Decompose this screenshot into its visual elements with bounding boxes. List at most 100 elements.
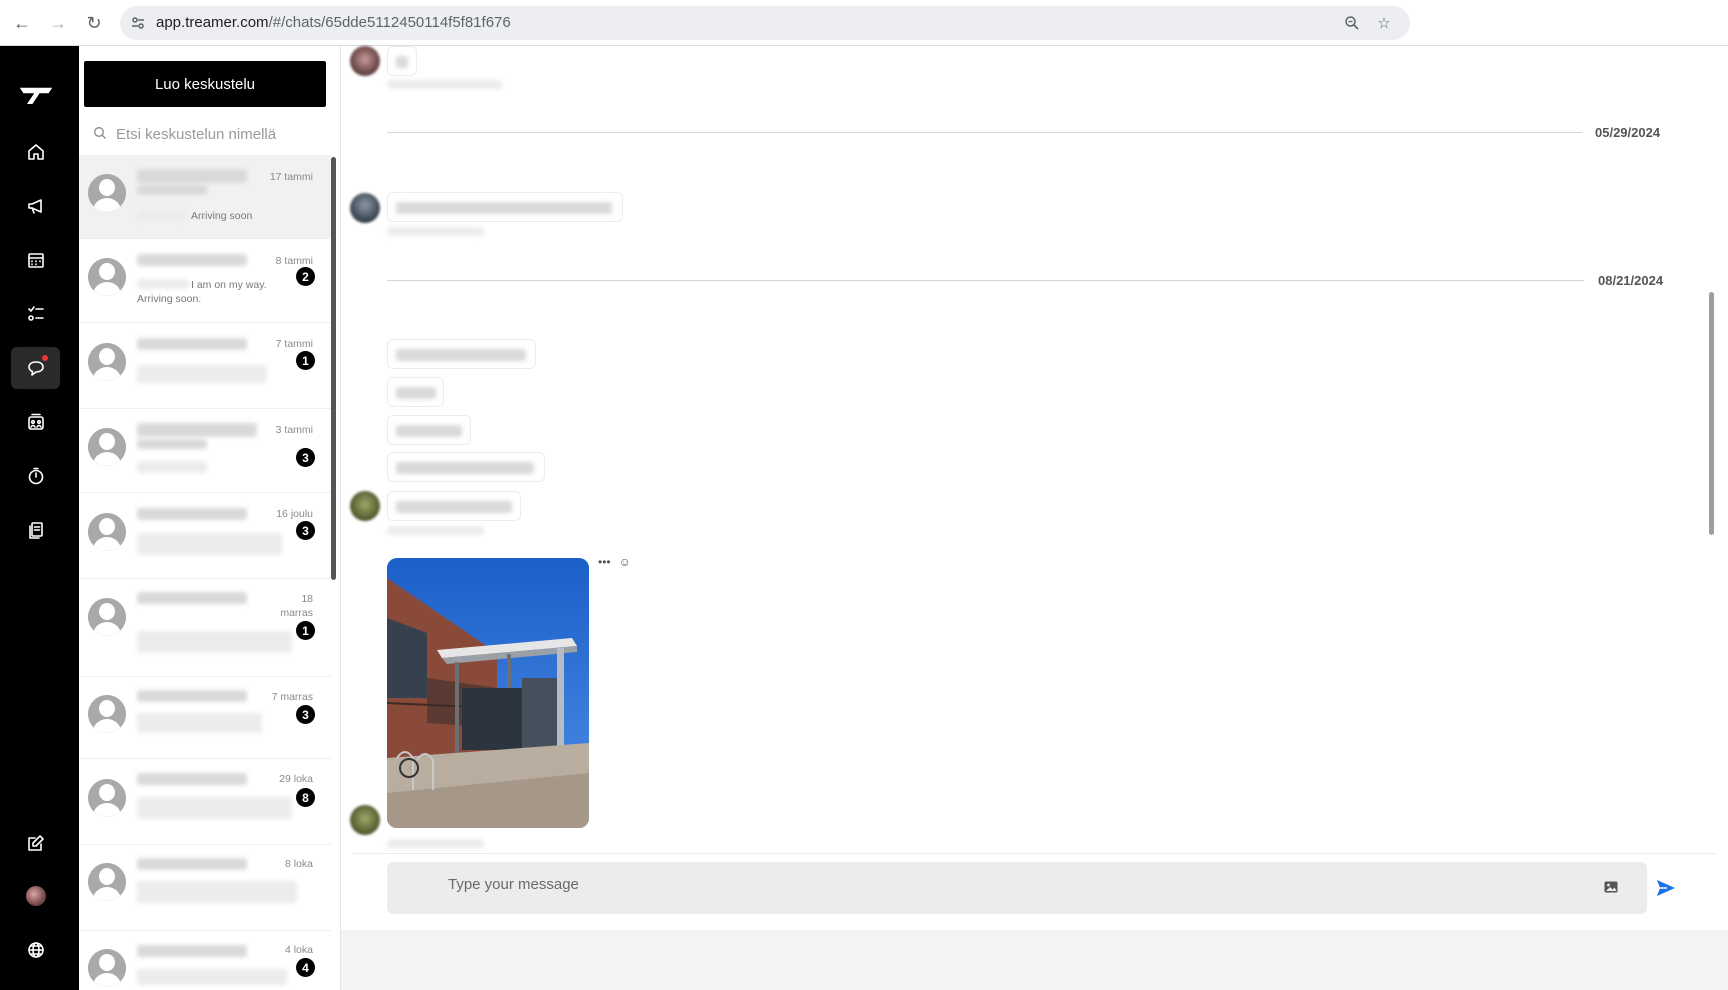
- message-bubble[interactable]: [387, 452, 545, 482]
- redacted-message: [396, 56, 408, 68]
- date-separator-line: [387, 280, 1584, 281]
- date-separator: 08/21/2024: [1598, 273, 1664, 288]
- message-bubble[interactable]: [387, 377, 444, 407]
- back-icon[interactable]: ←: [10, 11, 34, 35]
- avatar: [88, 258, 126, 296]
- redacted-meta: [387, 526, 484, 535]
- site-settings-icon[interactable]: [128, 13, 148, 33]
- reaction-icon[interactable]: ☺: [619, 555, 631, 569]
- date-separator: 05/29/2024: [1595, 125, 1661, 140]
- avatar: [88, 343, 126, 381]
- zoom-icon[interactable]: [1342, 13, 1362, 33]
- redacted-preview: [137, 797, 292, 819]
- redacted-name: [137, 439, 207, 449]
- redacted-preview: [137, 969, 287, 985]
- avatar: [88, 695, 126, 733]
- avatar: [88, 513, 126, 551]
- message-bubble[interactable]: [387, 192, 623, 222]
- profile-avatar[interactable]: [11, 875, 60, 917]
- chat-list-item[interactable]: 8 loka: [79, 845, 331, 931]
- message-bubble[interactable]: [387, 339, 536, 369]
- url-text[interactable]: app.treamer.com/#/chats/65dde5112450114f…: [156, 14, 511, 31]
- home-icon[interactable]: [11, 131, 60, 173]
- avatar: [350, 805, 380, 835]
- edit-icon[interactable]: [11, 822, 60, 864]
- chat-list-item[interactable]: 4 loka 4: [79, 931, 331, 990]
- chat-list-item[interactable]: 3 tammi 3: [79, 409, 331, 493]
- unread-badge: 3: [296, 521, 315, 540]
- attach-image-icon[interactable]: [1603, 879, 1619, 895]
- documents-icon[interactable]: [11, 509, 60, 551]
- unread-badge: 3: [296, 705, 315, 724]
- megaphone-icon[interactable]: [11, 185, 60, 227]
- send-icon[interactable]: [1655, 877, 1677, 899]
- chat-icon[interactable]: [11, 347, 60, 389]
- chat-date: 4 loka: [284, 944, 313, 956]
- chat-list-item[interactable]: 8 tammi 2 I am on my way. Arriving soon.: [79, 239, 331, 323]
- message-photo[interactable]: [387, 558, 589, 828]
- conversation-panel: [341, 46, 1728, 990]
- redacted-preview: [137, 533, 282, 555]
- redacted-preview: [137, 631, 292, 653]
- message-bubble[interactable]: [387, 415, 471, 445]
- reload-icon[interactable]: ↻: [82, 11, 106, 35]
- more-options-icon[interactable]: •••: [598, 555, 611, 569]
- redacted-name: [137, 690, 247, 702]
- redacted-meta: [387, 839, 484, 848]
- calendar-icon[interactable]: [11, 239, 60, 281]
- chat-date: 8 tammi: [275, 255, 313, 267]
- redacted-preview: [137, 365, 267, 383]
- tasks-icon[interactable]: [11, 293, 60, 335]
- chat-date: 3 tammi: [275, 424, 313, 436]
- chat-search[interactable]: [84, 114, 326, 154]
- chat-list-scrollbar[interactable]: [331, 157, 336, 580]
- unread-badge: 2: [296, 267, 315, 286]
- avatar: [88, 949, 126, 987]
- redacted-message: [396, 501, 512, 513]
- avatar: [88, 598, 126, 636]
- main-navigation: [0, 46, 79, 990]
- redacted-message: [396, 387, 436, 399]
- redacted-message: [396, 202, 612, 214]
- chat-list-item[interactable]: 7 marras 3: [79, 677, 331, 759]
- forward-icon[interactable]: →: [46, 11, 70, 35]
- chat-list-item[interactable]: 17 tammi Arriving soon: [79, 155, 331, 239]
- message-bubble[interactable]: [387, 46, 417, 76]
- redacted-name: [137, 338, 247, 350]
- unread-badge: 1: [296, 621, 315, 640]
- date-separator-line: [387, 132, 1582, 133]
- message-input[interactable]: [448, 876, 1548, 893]
- redacted-name: [137, 185, 207, 195]
- chat-list: 17 tammi Arriving soon 8 tammi 2 I am on…: [79, 155, 331, 990]
- redacted-name: [137, 592, 247, 604]
- search-icon: [84, 126, 116, 143]
- avatar: [88, 779, 126, 817]
- treamer-logo[interactable]: [11, 74, 60, 116]
- avatar: [88, 428, 126, 466]
- chat-date: 17 tammi: [269, 171, 313, 183]
- url-host: app.treamer.com: [156, 14, 269, 31]
- chat-preview: I am on my way. Arriving soon.: [137, 279, 267, 305]
- bookmark-star-icon[interactable]: ☆: [1374, 13, 1394, 33]
- address-bar[interactable]: app.treamer.com/#/chats/65dde5112450114f…: [120, 6, 1410, 40]
- redacted-meta: [387, 227, 484, 236]
- redacted-name: [137, 858, 247, 870]
- url-path: /#/chats/65dde5112450114f5f81f676: [268, 14, 511, 31]
- browser-toolbar: ← → ↻ app.treamer.com/#/chats/65dde51124…: [0, 0, 1728, 46]
- message-bubble[interactable]: [387, 491, 521, 521]
- chat-list-item[interactable]: 7 tammi 1: [79, 323, 331, 409]
- timer-icon[interactable]: [11, 455, 60, 497]
- chat-list-item[interactable]: 16 joulu 3: [79, 493, 331, 579]
- team-icon[interactable]: [11, 401, 60, 443]
- conversation-scrollbar[interactable]: [1709, 292, 1714, 535]
- new-chat-button[interactable]: Luo keskustelu: [84, 61, 326, 107]
- redacted-sender: [137, 210, 187, 220]
- chat-date: 7 tammi: [275, 338, 313, 350]
- globe-icon[interactable]: [11, 929, 60, 971]
- message-composer: [387, 862, 1647, 914]
- chat-list-item[interactable]: 29 loka 8: [79, 759, 331, 845]
- chat-list-item[interactable]: 18 marras 1: [79, 579, 331, 677]
- avatar: [88, 174, 126, 212]
- search-input[interactable]: [116, 125, 316, 143]
- redacted-message: [396, 425, 462, 437]
